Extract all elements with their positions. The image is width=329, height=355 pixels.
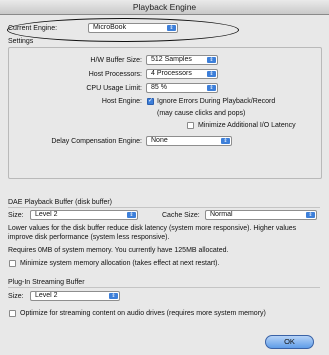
hw-buffer-select[interactable]: 512 Samples ⇕ — [146, 55, 218, 65]
ignore-errors-checkbox[interactable]: ✓ — [147, 98, 154, 105]
host-processors-value: 4 Processors — [151, 70, 192, 77]
cache-size-label: Cache Size: — [162, 212, 200, 219]
ignore-errors-note: (may cause clicks and pops) — [157, 110, 246, 117]
settings-header: Settings — [8, 38, 34, 45]
chevron-updown-icon: ⇕ — [109, 293, 118, 299]
ok-button[interactable]: OK — [265, 335, 314, 349]
cpu-limit-select[interactable]: 85 % ⇕ — [146, 83, 218, 93]
delay-comp-select[interactable]: None ⇕ — [146, 136, 232, 146]
minimize-alloc-label: Minimize system memory allocation (takes… — [20, 260, 220, 267]
delay-comp-value: None — [151, 137, 168, 144]
cache-size-select[interactable]: Normal ⇕ — [205, 210, 317, 220]
dae-size-value: Level 2 — [35, 211, 58, 218]
dae-memory-note: Requires 0MB of system memory. You curre… — [8, 247, 229, 254]
cache-size-value: Normal — [210, 211, 233, 218]
chevron-updown-icon: ⇕ — [306, 212, 315, 218]
current-engine-label: Current Engine: — [8, 25, 58, 32]
host-processors-select[interactable]: 4 Processors ⇕ — [146, 69, 218, 79]
hw-buffer-value: 512 Samples — [151, 56, 192, 63]
plugin-size-label: Size: — [8, 293, 24, 300]
optimize-streaming-label: Optimize for streaming content on audio … — [20, 310, 266, 317]
hw-buffer-label: H/W Buffer Size: — [90, 57, 142, 64]
host-engine-label: Host Engine: — [101, 98, 142, 105]
plugin-size-select[interactable]: Level 2 ⇕ — [30, 291, 120, 301]
cpu-limit-value: 85 % — [151, 84, 167, 91]
dae-note: Lower values for the disk buffer reduce … — [8, 225, 297, 241]
plugin-divider — [8, 287, 320, 288]
current-engine-select[interactable]: MicroBook ⇕ — [88, 23, 178, 33]
dae-size-select[interactable]: Level 2 ⇕ — [30, 210, 138, 220]
cpu-limit-label: CPU Usage Limit: — [86, 85, 142, 92]
dae-header: DAE Playback Buffer (disk buffer) — [8, 199, 113, 206]
chevron-updown-icon: ⇕ — [127, 212, 136, 218]
host-processors-label: Host Processors: — [88, 71, 142, 78]
chevron-updown-icon: ⇕ — [207, 57, 216, 63]
ignore-errors-label: Ignore Errors During Playback/Record — [157, 98, 276, 105]
plugin-header: Plug-In Streaming Buffer — [8, 279, 85, 286]
chevron-updown-icon: ⇕ — [207, 85, 216, 91]
minimize-latency-label: Minimize Additional I/O Latency — [198, 122, 296, 129]
optimize-streaming-checkbox[interactable] — [9, 310, 16, 317]
chevron-updown-icon: ⇕ — [167, 25, 176, 31]
minimize-alloc-checkbox[interactable] — [9, 260, 16, 267]
plugin-size-value: Level 2 — [35, 292, 58, 299]
chevron-updown-icon: ⇕ — [207, 71, 216, 77]
dae-size-label: Size: — [8, 212, 24, 219]
minimize-latency-checkbox[interactable] — [187, 122, 194, 129]
chevron-updown-icon: ⇕ — [221, 138, 230, 144]
delay-comp-label: Delay Compensation Engine: — [51, 138, 142, 145]
dae-divider — [8, 207, 320, 208]
window-title: Playback Engine — [0, 0, 329, 15]
current-engine-value: MicroBook — [93, 24, 127, 31]
